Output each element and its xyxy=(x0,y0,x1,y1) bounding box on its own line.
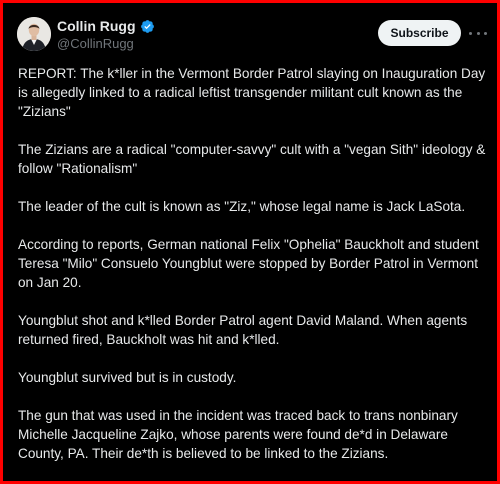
author-name[interactable]: Collin Rugg xyxy=(57,17,136,35)
tweet-paragraph: Youngblut survived but is in custody. xyxy=(18,370,237,385)
tweet-paragraph: REPORT: The k*ller in the Vermont Border… xyxy=(18,66,486,119)
more-horizontal-icon[interactable] xyxy=(469,25,487,41)
tweet-header: Collin Rugg @CollinRugg Subscribe xyxy=(17,17,487,57)
author-name-row: Collin Rugg xyxy=(57,17,155,35)
author-handle[interactable]: @CollinRugg xyxy=(57,35,155,53)
author-info: Collin Rugg @CollinRugg xyxy=(57,17,155,53)
tweet-card: Collin Rugg @CollinRugg Subscribe REPORT… xyxy=(3,3,497,481)
tweet-paragraph: The gun that was used in the incident wa… xyxy=(18,408,458,461)
tweet-paragraph: The leader of the cult is known as "Ziz,… xyxy=(18,199,466,214)
tweet-text: REPORT: The k*ller in the Vermont Border… xyxy=(18,64,490,463)
tweet-paragraph: According to reports, German national Fe… xyxy=(18,237,479,290)
more-dot xyxy=(484,31,487,35)
verified-badge-icon xyxy=(140,19,155,34)
avatar-portrait-icon xyxy=(17,17,51,51)
avatar[interactable] xyxy=(17,17,51,51)
more-dot xyxy=(469,31,472,35)
tweet-paragraph: Youngblut shot and k*lled Border Patrol … xyxy=(18,313,468,347)
more-dot xyxy=(476,31,480,35)
tweet-paragraph: The Zizians are a radical "computer-savv… xyxy=(18,142,486,176)
subscribe-button[interactable]: Subscribe xyxy=(378,20,461,46)
